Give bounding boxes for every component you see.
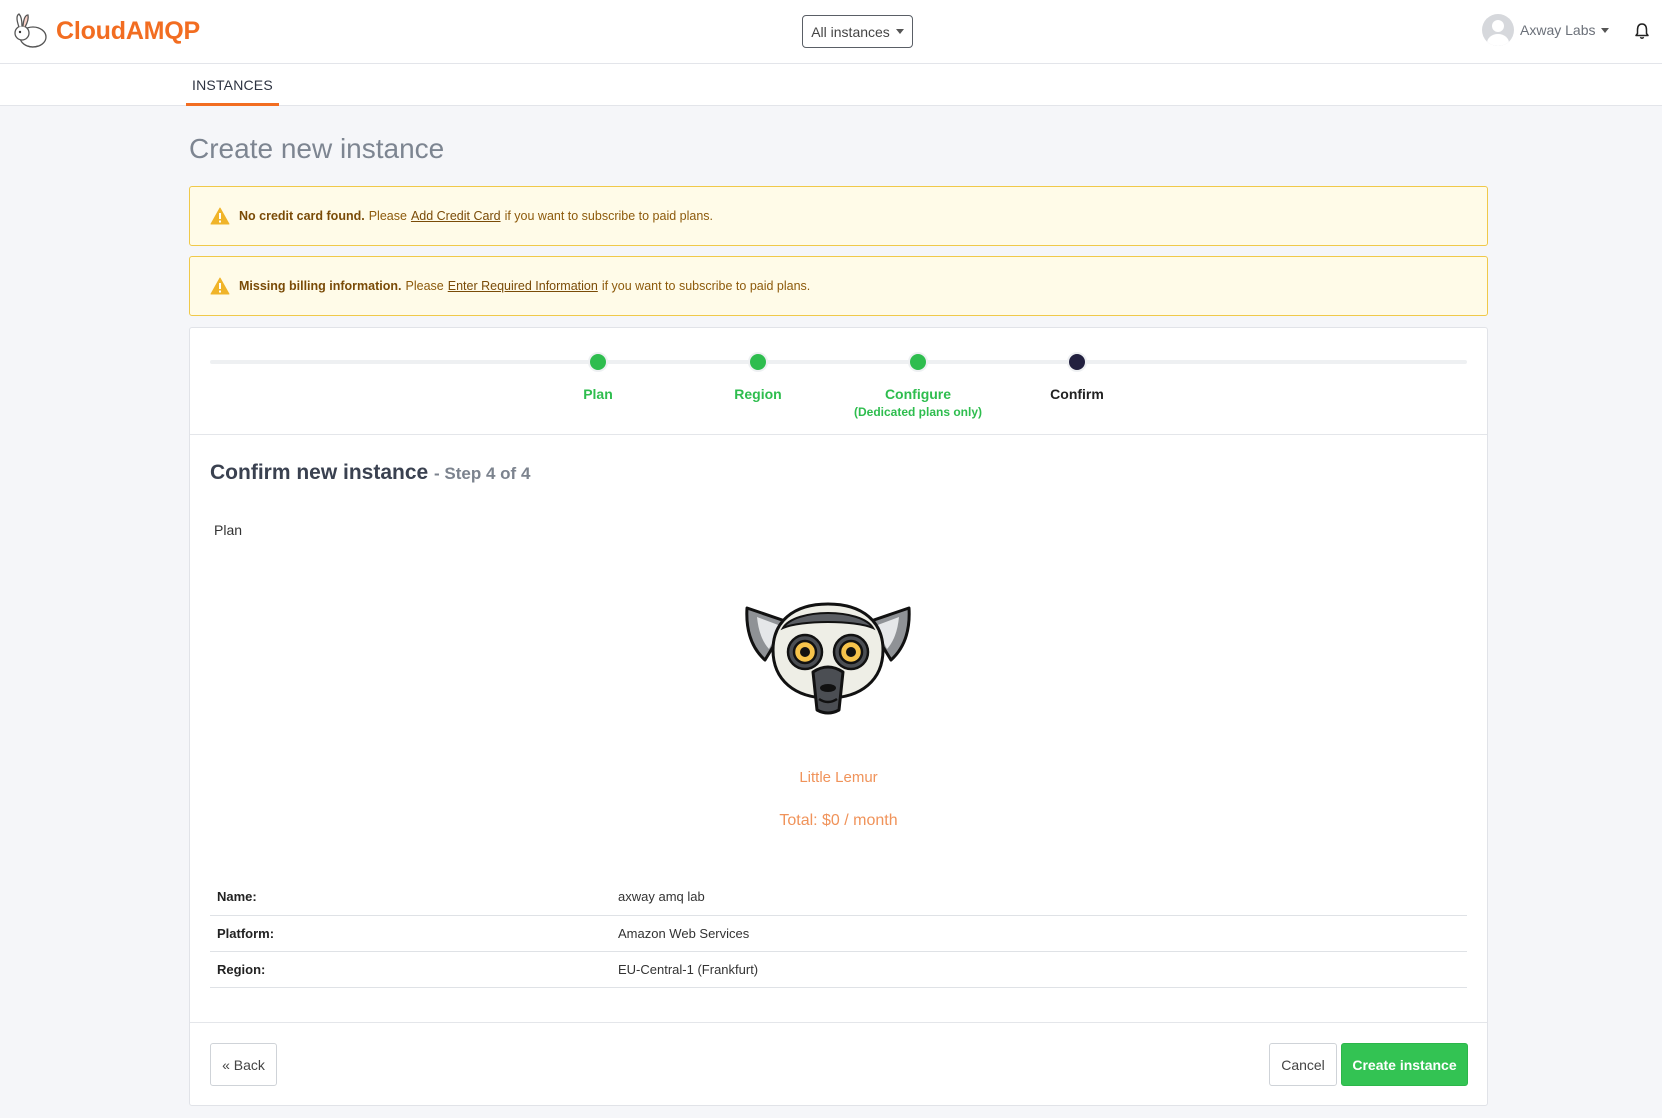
chevron-down-icon: [895, 29, 904, 34]
wizard-stepper: Plan Region Configure (Dedicated plans o…: [190, 328, 1487, 435]
step-dot: [588, 352, 608, 372]
create-instance-button[interactable]: Create instance: [1341, 1043, 1468, 1086]
confirm-heading: Confirm new instance - Step 4 of 4: [210, 461, 530, 485]
chevron-down-icon: [1601, 27, 1610, 33]
step-plan[interactable]: Plan: [508, 352, 688, 402]
plan-summary: Plan Little Lemur Total: $0 / month: [210, 507, 1467, 877]
lemur-icon: [745, 602, 911, 715]
step-region[interactable]: Region: [668, 352, 848, 402]
step-sublabel: (Dedicated plans only): [853, 405, 983, 419]
detail-value: EU-Central-1 (Frankfurt): [611, 951, 1467, 988]
warning-icon: [210, 277, 230, 295]
brand-logo[interactable]: CloudAMQP: [10, 12, 200, 50]
alert-title: Missing billing information.: [239, 279, 402, 293]
confirm-title: Confirm new instance: [210, 461, 429, 484]
page-title: Create new instance: [189, 133, 445, 164]
plan-name: Little Lemur: [799, 769, 878, 786]
plan-label: Plan: [214, 522, 243, 538]
table-row: Region: EU-Central-1 (Frankfurt): [210, 951, 1467, 988]
step-dot: [908, 352, 928, 372]
brand-name: CloudAMQP: [56, 16, 201, 45]
create-instance-card: Plan Region Configure (Dedicated plans o…: [189, 327, 1488, 1106]
user-name: Axway Labs: [1520, 22, 1596, 38]
billing-info-alert: Missing billing information. Please Ente…: [189, 256, 1488, 316]
alert-text: Please: [368, 209, 407, 223]
cancel-button[interactable]: Cancel: [1269, 1043, 1337, 1086]
tab-instances[interactable]: INSTANCES: [186, 64, 279, 106]
user-menu[interactable]: Axway Labs: [1482, 14, 1610, 46]
step-counter: - Step 4 of 4: [434, 464, 531, 483]
step-configure[interactable]: Configure (Dedicated plans only): [828, 352, 1008, 419]
table-row: Name: axway amq lab: [210, 879, 1467, 916]
step-label: Confirm: [1050, 386, 1104, 402]
table-row: Platform: Amazon Web Services: [210, 915, 1467, 952]
detail-key: Region:: [210, 951, 611, 988]
detail-value: Amazon Web Services: [611, 915, 1467, 952]
step-label: Plan: [583, 386, 613, 402]
step-confirm: Confirm: [987, 352, 1167, 402]
back-button[interactable]: « Back: [210, 1043, 277, 1086]
top-navbar: CloudAMQP All instances Axway Labs: [0, 0, 1662, 64]
detail-key: Platform:: [210, 915, 611, 952]
step-label: Region: [734, 386, 782, 402]
step-dot: [748, 352, 768, 372]
plan-total: Total: $0 / month: [779, 812, 898, 829]
instance-details-table: Name: axway amq lab Platform: Amazon Web…: [210, 879, 1467, 988]
detail-key: Name:: [210, 879, 611, 916]
sub-navbar: INSTANCES: [0, 64, 1662, 106]
step-label: Configure: [884, 386, 952, 402]
bell-icon[interactable]: [1634, 22, 1650, 40]
rabbit-logo-icon: [14, 13, 47, 48]
instance-filter-label: All instances: [811, 23, 890, 40]
credit-card-alert: No credit card found. Please Add Credit …: [189, 186, 1488, 246]
instance-filter-dropdown[interactable]: All instances: [802, 15, 913, 48]
alert-text: Please: [405, 279, 444, 293]
enter-billing-info-link[interactable]: Enter Required Information: [448, 279, 598, 293]
alert-text: if you want to subscribe to paid plans.: [601, 279, 811, 293]
add-credit-card-link[interactable]: Add Credit Card: [411, 209, 501, 223]
card-footer: « Back Cancel Create instance: [190, 1022, 1487, 1105]
step-dot: [1067, 352, 1087, 372]
warning-icon: [210, 207, 230, 225]
avatar: [1482, 14, 1514, 46]
detail-value: axway amq lab: [611, 879, 1467, 916]
alert-title: No credit card found.: [239, 209, 365, 223]
alert-text: if you want to subscribe to paid plans.: [504, 209, 714, 223]
